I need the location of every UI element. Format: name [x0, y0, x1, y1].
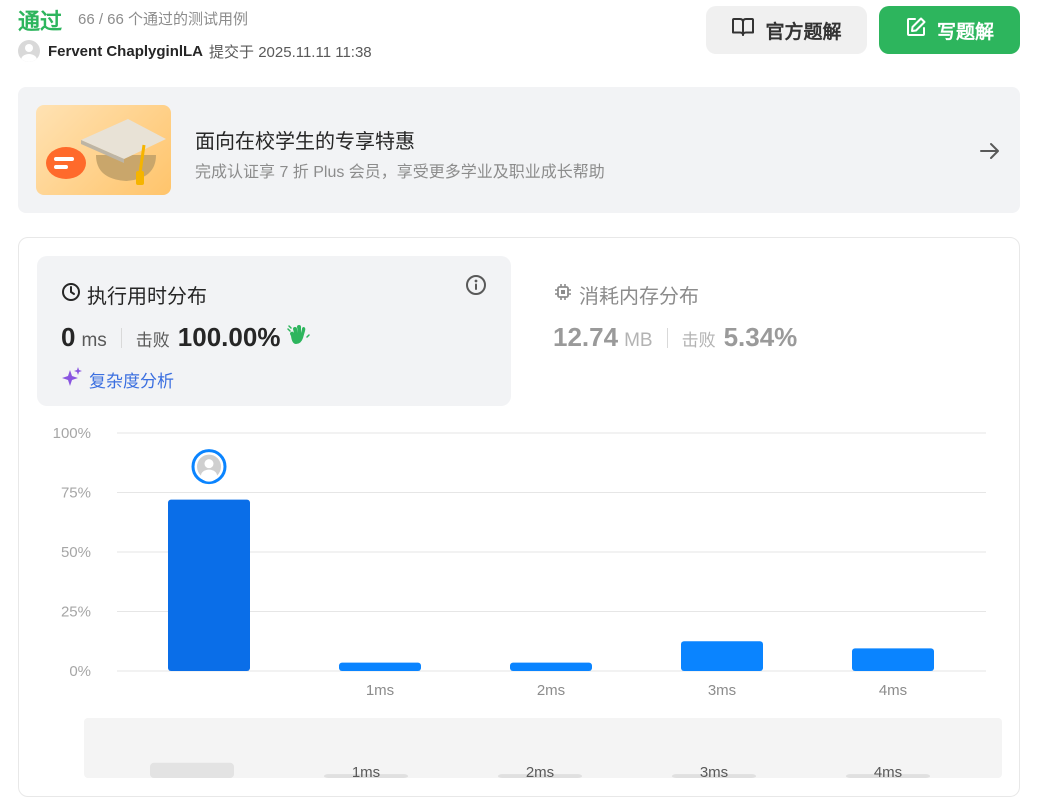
book-icon	[731, 17, 755, 43]
submission-status: 通过	[18, 9, 63, 34]
bar[interactable]	[510, 662, 592, 671]
complexity-label: 复杂度分析	[89, 372, 174, 391]
performance-panel: 执行用时分布 0 ms 击败 100.00% 复杂度分析 消耗内存分布 12.7…	[18, 237, 1020, 797]
official-solution-button[interactable]: 官方题解	[706, 6, 867, 54]
runtime-distribution-chart[interactable]: 100% 75% 50% 25% 0% 1ms 2ms 3ms 4ms	[19, 418, 1019, 718]
x-tick-label: 1ms	[366, 682, 394, 699]
runtime-beats-value: 100.00%	[177, 322, 281, 352]
runtime-title-text: 执行用时分布	[87, 286, 207, 308]
submitted-time: 提交于 2025.11.11 11:38	[209, 43, 372, 61]
bar[interactable]	[168, 499, 250, 671]
divider	[120, 327, 122, 348]
navigator-mini-chart[interactable]: 1ms 2ms 3ms 4ms	[84, 718, 1002, 781]
runtime-beats-label: 击败	[135, 331, 170, 350]
clock-icon	[61, 282, 81, 308]
navigator-tick-label: 1ms	[352, 764, 380, 778]
memory-unit: MB	[624, 330, 653, 351]
complexity-analysis-link[interactable]: 复杂度分析	[61, 366, 174, 393]
avatar-body	[201, 469, 217, 482]
navigator-tick-label: 4ms	[874, 764, 902, 778]
username[interactable]: Fervent ChaplyginlLA	[48, 43, 203, 60]
sparkle-icon	[61, 366, 83, 393]
memory-title-text: 消耗内存分布	[579, 286, 699, 308]
official-solution-label: 官方题解	[765, 21, 842, 43]
runtime-stats: 0 ms 击败 100.00%	[61, 322, 311, 353]
x-tick-label: 2ms	[537, 682, 565, 699]
chart-range-navigator[interactable]: 1ms 2ms 3ms 4ms	[84, 718, 1002, 781]
submitter-row: Fervent ChaplyginlLA 提交于 2025.11.11 11:3…	[18, 40, 372, 62]
runtime-unit: ms	[81, 330, 107, 351]
student-promo-banner[interactable]: 面向在校学生的专享特惠 完成认证享 7 折 Plus 会员，享受更多学业及职业成…	[18, 87, 1020, 213]
write-solution-label: 写题解	[936, 21, 994, 43]
test-cases-count: 66 / 66 个通过的测试用例	[78, 11, 249, 28]
promo-title: 面向在校学生的专享特惠	[195, 131, 415, 153]
bar[interactable]	[681, 641, 763, 671]
divider	[666, 327, 668, 348]
avatar-head	[204, 459, 214, 469]
navigator-tick-label: 3ms	[700, 764, 728, 778]
graduation-cap-illustration	[36, 105, 171, 195]
memory-beats-value: 5.34%	[723, 322, 798, 352]
clap-icon	[286, 324, 311, 351]
memory-tab[interactable]: 消耗内存分布	[553, 280, 699, 309]
x-tick-label: 4ms	[879, 682, 907, 699]
memory-beats-label: 击败	[681, 331, 716, 350]
y-tick-label: 50%	[61, 544, 91, 561]
promo-subtitle: 完成认证享 7 折 Plus 会员，享受更多学业及职业成长帮助	[195, 164, 605, 181]
y-tick-label: 100%	[53, 425, 91, 442]
arrow-right-icon[interactable]	[978, 139, 1002, 168]
y-tick-label: 75%	[61, 485, 91, 502]
runtime-card[interactable]: 执行用时分布 0 ms 击败 100.00% 复杂度分析	[37, 256, 511, 406]
y-tick-label: 0%	[69, 663, 91, 680]
x-tick-label: 3ms	[708, 682, 736, 699]
navigator-bar	[150, 762, 234, 778]
y-tick-label: 25%	[61, 604, 91, 621]
info-icon[interactable]	[465, 274, 487, 301]
write-solution-button[interactable]: 写题解	[879, 6, 1020, 54]
edit-icon	[905, 16, 927, 44]
user-avatar[interactable]	[18, 40, 40, 62]
bar[interactable]	[339, 662, 421, 671]
runtime-value: 0	[61, 322, 76, 352]
memory-value: 12.74	[553, 322, 619, 352]
memory-stats: 12.74 MB 击败 5.34%	[553, 322, 797, 353]
chip-icon	[553, 282, 573, 308]
runtime-title: 执行用时分布	[61, 280, 207, 309]
bar[interactable]	[852, 648, 934, 671]
navigator-tick-label: 2ms	[526, 764, 554, 778]
